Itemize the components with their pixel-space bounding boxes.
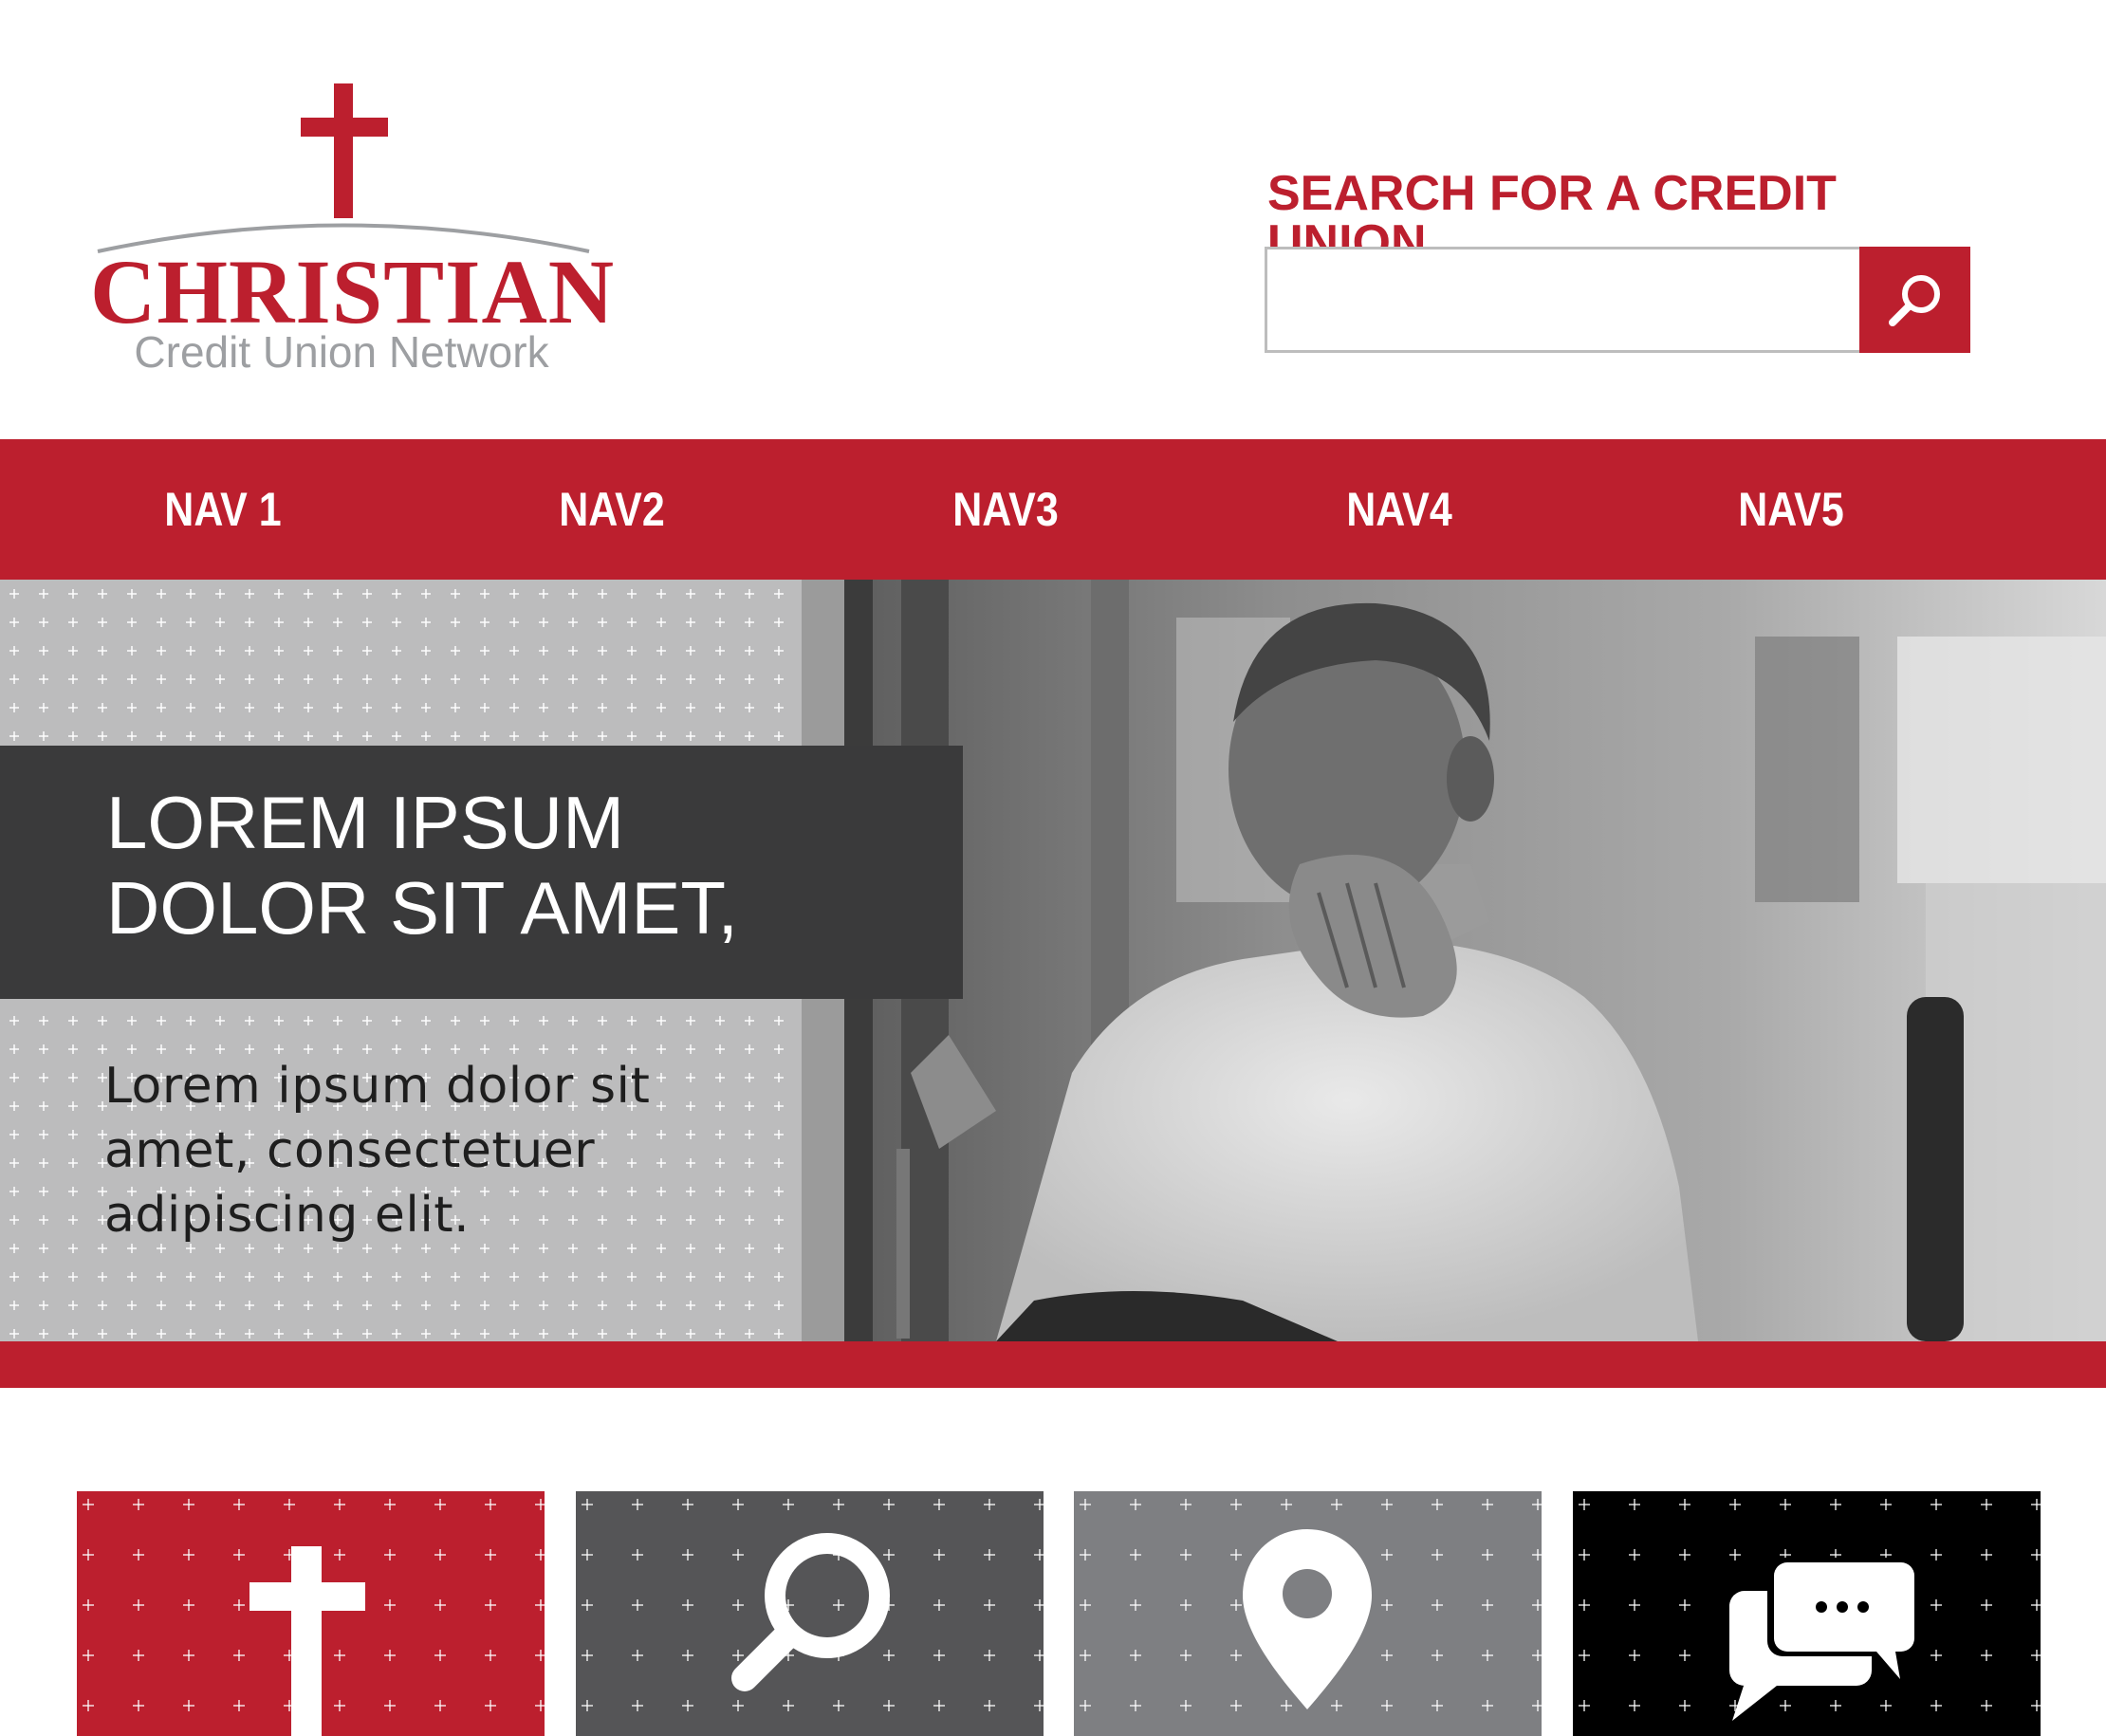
cross-icon [249,1546,365,1736]
site-logo[interactable]: CHRISTIAN Credit Union Network [90,76,616,389]
hero-title: LOREM IPSUM DOLOR SIT AMET, [106,780,941,951]
location-pin-icon [1243,1529,1372,1709]
hero-title-line-2: DOLOR SIT AMET, [106,866,739,950]
logo-subtitle: Credit Union Network [134,327,549,377]
praying-man-photo [844,580,2106,1341]
hero-title-line-1: LOREM IPSUM [106,781,625,864]
nav-item-5[interactable]: NAV5 [1669,439,1913,580]
search-icon [1888,275,1940,326]
logo-wordmark: CHRISTIAN [90,241,616,342]
search-input[interactable] [1265,247,1859,353]
hero-banner: LOREM IPSUM DOLOR SIT AMET, [0,746,963,999]
main-nav: NAV 1 NAV2 NAV3 NAV4 NAV5 [0,439,2106,580]
tile-chat[interactable] [1573,1491,2041,1736]
hero-body-line-3: adipiscing elit. [104,1187,471,1244]
nav-item-2[interactable]: NAV2 [490,439,734,580]
search-icon [731,1533,890,1691]
hero-body-line-2: amet, consectetuer [104,1122,596,1179]
hero-bottom-bar [0,1341,2106,1388]
tile-location[interactable] [1074,1491,1542,1736]
cross-icon [97,83,590,253]
nav-item-3[interactable]: NAV3 [883,439,1128,580]
hero-body-line-1: Lorem ipsum dolor sit [104,1058,651,1115]
chat-bubbles-icon [1729,1558,1919,1721]
hero-section: LOREM IPSUM DOLOR SIT AMET, Lorem ipsum … [0,580,2106,1341]
tile-search[interactable] [576,1491,1044,1736]
hero-body-text: Lorem ipsum dolor sit amet, consectetuer… [104,1054,749,1247]
nav-item-1[interactable]: NAV 1 [101,439,345,580]
tile-faith[interactable] [77,1491,545,1736]
search-button[interactable] [1859,247,1970,353]
nav-item-4[interactable]: NAV4 [1277,439,1522,580]
